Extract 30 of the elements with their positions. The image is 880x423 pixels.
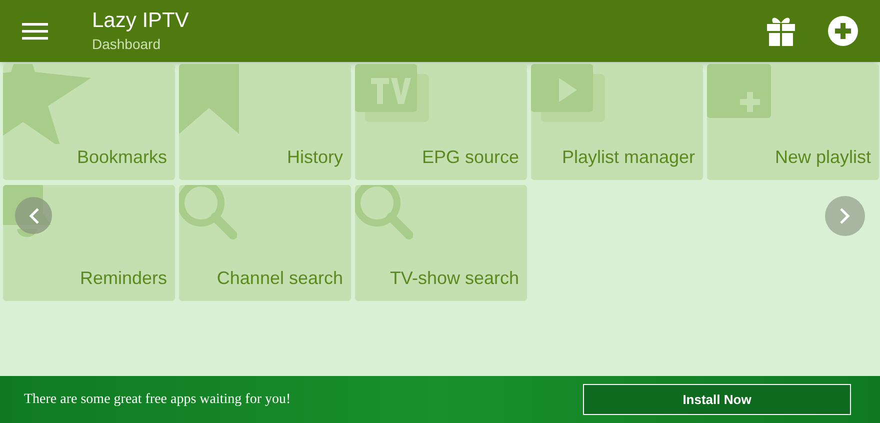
dashboard-tile[interactable]: EPG source xyxy=(355,64,527,180)
add-icon[interactable] xyxy=(828,16,858,46)
dashboard-tile[interactable]: History xyxy=(179,64,351,180)
app-title: Lazy IPTV xyxy=(92,8,189,34)
chevron-left-icon xyxy=(28,206,40,224)
add-playlist-icon xyxy=(707,64,773,120)
gift-icon[interactable] xyxy=(766,15,796,47)
install-button[interactable]: Install Now xyxy=(583,384,851,415)
menu-icon[interactable] xyxy=(22,21,48,41)
star-icon xyxy=(3,64,93,144)
screen-subtitle: Dashboard xyxy=(92,35,162,54)
dashboard-tile[interactable]: TV-show search xyxy=(355,185,527,301)
tile-label: Bookmarks xyxy=(76,146,167,169)
tile-label: TV-show search xyxy=(390,267,519,290)
dashboard-tile[interactable]: Channel search xyxy=(179,185,351,301)
tile-label: New playlist xyxy=(774,146,871,169)
chevron-right-icon xyxy=(839,207,851,225)
dashboard-tile[interactable]: New playlist xyxy=(707,64,879,180)
tile-label: Reminders xyxy=(80,267,167,290)
dashboard-tile[interactable]: Bookmarks xyxy=(3,64,175,180)
bookmark-icon xyxy=(179,64,241,136)
dashboard-tile[interactable]: Reminders xyxy=(3,185,175,301)
video-icon xyxy=(531,64,607,124)
tile-label: Playlist manager xyxy=(562,146,695,169)
dashboard-tile[interactable]: Playlist manager xyxy=(531,64,703,180)
tile-label: Channel search xyxy=(216,267,343,290)
tile-label: EPG source xyxy=(422,146,519,169)
ad-message: There are some great free apps waiting for you! xyxy=(24,391,291,409)
tv-icon xyxy=(355,64,431,124)
tile-label: History xyxy=(286,146,343,169)
